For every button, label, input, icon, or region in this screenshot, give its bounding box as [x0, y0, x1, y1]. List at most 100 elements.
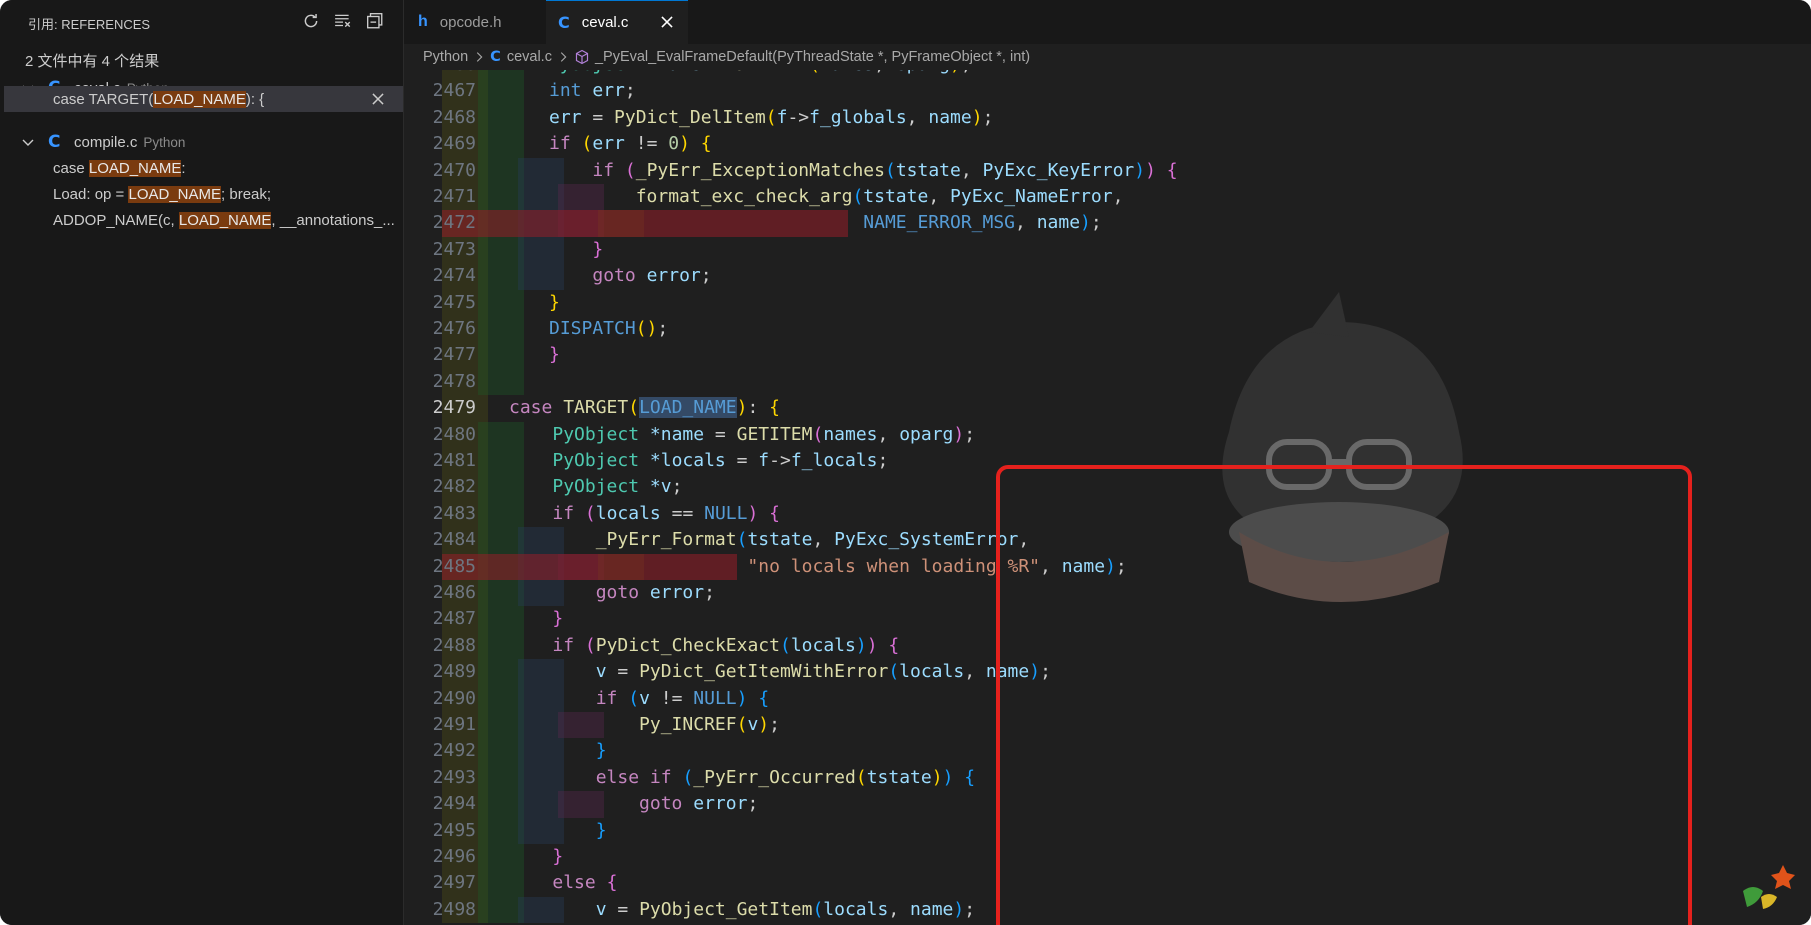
line-number: 2470 — [432, 159, 476, 181]
breadcrumb-symbol[interactable]: _PyEval_EvalFrameDefault(PyThreadState *… — [574, 49, 1030, 65]
line-number: 2482 — [432, 476, 476, 498]
match-highlight: LOAD_NAME — [153, 90, 246, 108]
line-number: 2484 — [432, 529, 476, 551]
code-line[interactable]: 2470 if (_PyErr_ExceptionMatches(tstate,… — [404, 157, 1811, 184]
code-text: _PyErr_Format(tstate, PyExc_SystemError, — [595, 529, 1030, 551]
line-number: 2491 — [432, 714, 476, 735]
code-text: "no locals when loading %R", name); — [747, 555, 1127, 577]
file-row-compile[interactable]: C compile.c Python — [0, 129, 403, 155]
indent-guide — [478, 78, 524, 105]
line-number: 2472 — [432, 212, 476, 234]
line-number: 2496 — [432, 846, 476, 867]
line-number: 2493 — [432, 766, 476, 788]
code-line[interactable]: 2490 if (v != NULL) { — [404, 685, 1811, 712]
code-text: DISPATCH(); — [549, 318, 669, 339]
code-text: } — [595, 819, 607, 841]
code-editor[interactable]: 2466 PyObject *name = GETITEM(names, opar… — [404, 70, 1811, 925]
file-name: compile.c — [74, 133, 138, 151]
match-row[interactable]: ADDOP_NAME(c, LOAD_NAME, __annotations_.… — [0, 207, 403, 233]
code-line[interactable]: 2497 else { — [404, 870, 1811, 897]
code-text: goto error; — [595, 582, 715, 603]
code-line[interactable]: 2485 "no locals when loading %R", name); — [404, 553, 1811, 580]
match-highlight: LOAD_NAME — [178, 211, 272, 229]
code-line[interactable]: 2472 NAME_ERROR_MSG, name); — [404, 210, 1811, 237]
line-number: 2495 — [432, 819, 476, 841]
code-line[interactable]: 2487 } — [404, 606, 1811, 633]
code-line[interactable]: 2475} — [404, 289, 1811, 316]
tab-label: opcode.h — [439, 13, 502, 31]
code-text: } — [592, 238, 604, 260]
code-line[interactable]: 2493 else if (_PyErr_Occurred(tstate)) { — [404, 764, 1811, 792]
code-line[interactable]: 2495 } — [404, 817, 1811, 844]
code-line[interactable]: 2469 if (err != 0) { — [404, 131, 1811, 158]
code-text: } — [549, 344, 560, 366]
code-text: } — [549, 291, 560, 313]
code-text: NAME_ERROR_MSG, name); — [863, 212, 1102, 234]
code-line[interactable]: 2473 } — [404, 236, 1811, 264]
breadcrumb-file[interactable]: Cceval.c — [490, 49, 552, 65]
code-line[interactable]: 2489 v = PyDict_GetItemWithError(locals,… — [404, 659, 1811, 686]
tab-ceval-c[interactable]: C ceval.c — [546, 0, 688, 44]
close-icon[interactable] — [658, 13, 678, 33]
indent-guide — [478, 316, 524, 343]
line-number: 2486 — [432, 582, 476, 603]
code-line[interactable]: 2477} — [404, 342, 1811, 369]
line-number: 2476 — [432, 318, 476, 339]
dismiss-icon[interactable] — [369, 90, 387, 108]
chevron-down-icon[interactable] — [20, 134, 36, 150]
code-line[interactable]: 2488 if (PyDict_CheckExact(locals)) { — [404, 632, 1811, 660]
references-title: 引用: REFERENCES — [28, 17, 151, 32]
line-number: 2469 — [432, 133, 476, 155]
code-line[interactable]: 2494 goto error; — [404, 791, 1811, 818]
code-text: } — [552, 608, 564, 630]
breadcrumb-folder[interactable]: Python — [423, 49, 468, 65]
line-number: 2473 — [432, 238, 476, 260]
code-line[interactable]: 2483 if (locals == NULL) { — [404, 500, 1811, 528]
code-line[interactable]: 2496 } — [404, 844, 1811, 871]
code-line[interactable]: 2466 PyObject *name = GETITEM(names, opar… — [404, 70, 1811, 79]
match-row[interactable]: Load: op = LOAD_NAME; break; — [0, 181, 403, 207]
code-line[interactable]: 2498 v = PyObject_GetItem(locals, name); — [404, 896, 1811, 924]
code-line[interactable]: 2467 int err; — [404, 78, 1811, 105]
code-line[interactable]: 2476 DISPATCH(); — [404, 316, 1811, 343]
collapse-all-icon[interactable] — [365, 11, 385, 31]
tab-opcode-h[interactable]: h opcode.h — [404, 0, 544, 44]
code-text: v = PyObject_GetItem(locals, name); — [595, 898, 976, 920]
code-line[interactable]: 2486 goto error; — [404, 580, 1811, 607]
tab-label: ceval.c — [581, 14, 629, 31]
code-line[interactable]: 2479 case TARGET(LOAD_NAME): { — [404, 395, 1811, 422]
code-line[interactable]: 2468 err = PyDict_DelItem(f->f_globals, n… — [404, 104, 1811, 132]
code-line[interactable]: 2491 Py_INCREF(v); — [404, 712, 1811, 739]
line-number: 2466 — [404, 70, 476, 78]
indent-guide — [478, 368, 524, 396]
match-row-selected[interactable]: case TARGET(LOAD_NAME): { — [4, 86, 403, 112]
references-panel: 引用: REFERENCES 2 文件中有 4 个结果 C ceval.c Py… — [0, 0, 404, 925]
match-text: ADDOP_NAME(c, LOAD_NAME, __annotations_.… — [53, 211, 395, 229]
line-number: 2497 — [432, 872, 476, 894]
method-cube-icon — [575, 49, 589, 65]
code-text: else { — [552, 872, 618, 894]
code-line[interactable]: 2482 PyObject *v; — [404, 474, 1811, 501]
header-file-icon: h — [418, 13, 428, 30]
code-text: if (v != NULL) { — [595, 687, 770, 709]
code-line[interactable]: 2480 PyObject *name = GETITEM(names, opa… — [404, 421, 1811, 448]
code-line[interactable]: 2481 PyObject *locals = f->f_locals; — [404, 448, 1811, 475]
line-number: 2483 — [432, 502, 476, 524]
line-number: 2487 — [432, 608, 476, 630]
match-row[interactable]: case LOAD_NAME: — [0, 155, 403, 181]
line-number: 2481 — [432, 450, 476, 471]
code-text: PyObject *name = GETITEM(names, oparg); — [549, 70, 972, 78]
code-line[interactable]: 2484 _PyErr_Format(tstate, PyExc_SystemE… — [404, 527, 1811, 554]
line-number: 2485 — [432, 555, 476, 577]
c-file-icon: C — [48, 132, 61, 152]
c-file-icon: C — [490, 49, 501, 65]
clear-all-icon[interactable] — [333, 11, 353, 31]
code-line[interactable]: 2474 goto error; — [404, 263, 1811, 290]
code-line[interactable]: 2492 } — [404, 738, 1811, 765]
code-line[interactable]: 2478 — [404, 368, 1811, 396]
code-text: err = PyDict_DelItem(f->f_globals, name)… — [549, 106, 994, 128]
code-text: if (err != 0) { — [549, 133, 712, 155]
refresh-icon[interactable] — [301, 11, 321, 31]
code-line[interactable]: 2471 format_exc_check_arg(tstate, PyExc_… — [404, 184, 1811, 211]
code-text: else if (_PyErr_Occurred(tstate)) { — [595, 766, 976, 788]
